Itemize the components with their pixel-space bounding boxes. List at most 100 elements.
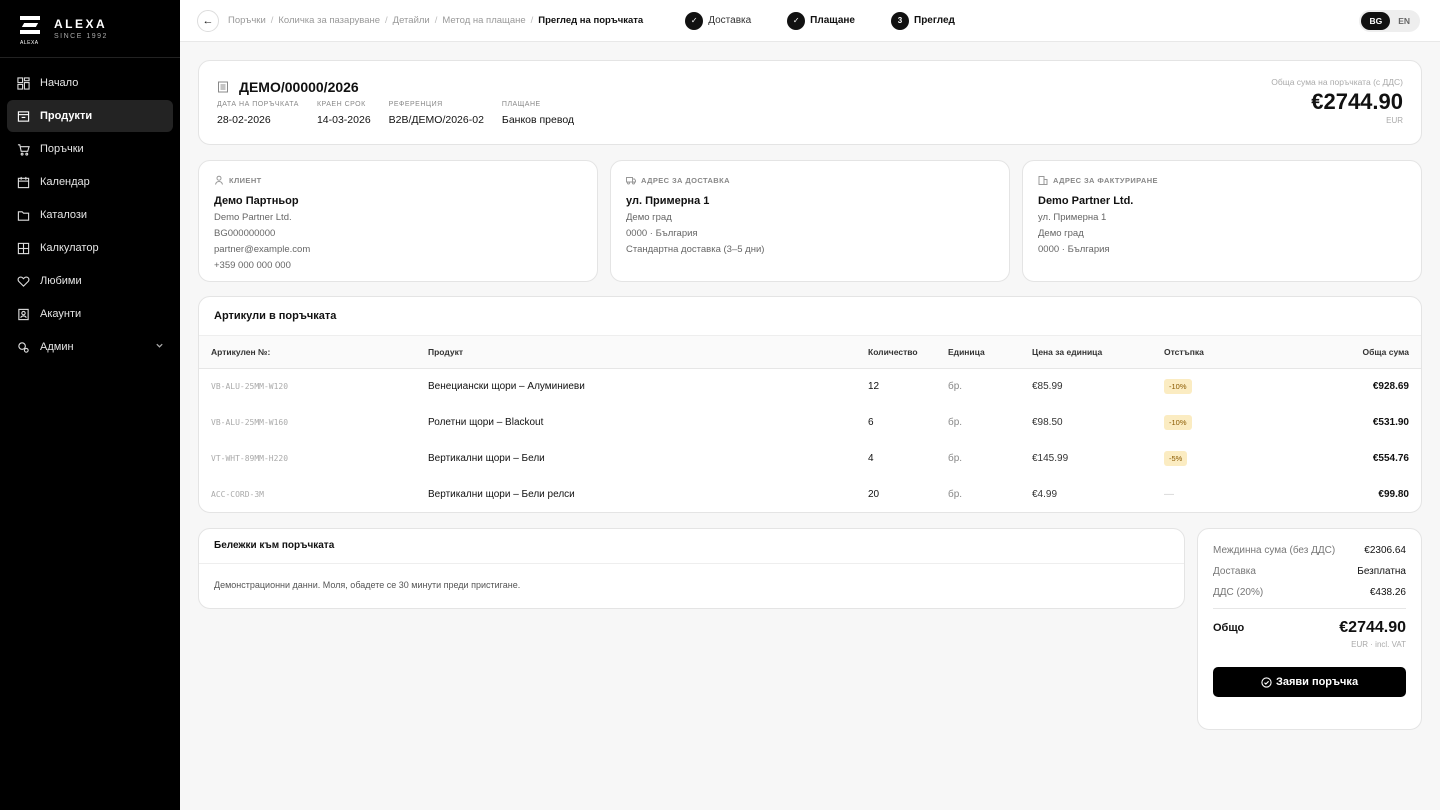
sidebar-item-admin[interactable]: Админ — [7, 331, 173, 363]
sidebar-item-label: Продукти — [40, 110, 93, 122]
grand-total-label: Общо — [1213, 622, 1245, 634]
step-payment[interactable]: ✓ Плащане — [787, 11, 855, 30]
truck-icon — [626, 177, 636, 185]
order-meta: Дата на поръчката 28-02-2026 Краен срок 14… — [217, 101, 592, 126]
user-icon — [215, 175, 223, 185]
sidebar-item-home[interactable]: Начало — [7, 67, 173, 99]
sidebar-item-orders[interactable]: Поръчки — [7, 133, 173, 165]
item-qty: 12 — [868, 381, 880, 393]
chevron-down-icon — [155, 341, 164, 353]
shipping-method: Стандартна доставка (3–5 дни) — [626, 244, 765, 255]
lang-en-button[interactable]: EN — [1390, 12, 1418, 30]
heart-icon — [16, 274, 30, 288]
sidebar-item-favorites[interactable]: Любими — [7, 265, 173, 297]
item-product: Вертикални щори – Бели — [428, 453, 545, 464]
sidebar-item-calculator[interactable]: Калкулатор — [7, 232, 173, 264]
item-product: Венециански щори – Алуминиеви — [428, 381, 585, 393]
sidebar-item-label: Начало — [40, 77, 79, 89]
items-title: Артикули в поръчката — [214, 310, 337, 322]
client-email: partner@example.com — [214, 244, 311, 255]
breadcrumb-cart[interactable]: Количка за пазаруване — [278, 15, 380, 26]
item-sku: VB-ALU-25MM-W160 — [211, 418, 289, 427]
order-header-card: ДЕМО/00000/2026 Дата на поръчката 28-02-2… — [198, 60, 1422, 145]
sidebar-item-catalogs[interactable]: Каталози — [7, 199, 173, 231]
sidebar-item-accounts[interactable]: Акаунти — [7, 298, 173, 330]
check-icon: ✓ — [787, 11, 806, 30]
client-phone: +359 000 000 000 — [214, 260, 291, 271]
item-price: €98.50 — [1032, 417, 1063, 428]
shipping-card: Адрес за доставка ул. Примерна 1 Демо гр… — [610, 160, 1010, 282]
order-payment: Банков превод — [501, 114, 575, 126]
sidebar-item-products[interactable]: Продукти — [7, 100, 173, 132]
meta-label: Краен срок — [316, 101, 366, 108]
sidebar-item-label: Акаунти — [40, 308, 82, 320]
sidebar-item-label: Календар — [40, 176, 90, 188]
items-table: Артикулен №: Продукт Количество Единица … — [199, 335, 1421, 513]
sidebar-item-label: Любими — [40, 275, 82, 287]
column-header: Продукт — [428, 347, 464, 357]
breadcrumb: Поръчки / Количка за пазаруване / Детайл… — [228, 15, 644, 26]
item-qty: 20 — [868, 489, 880, 500]
item-total: €928.69 — [1372, 381, 1409, 393]
order-number: ДЕМО/00000/2026 — [239, 79, 359, 95]
order-notes-card: Бележки към поръчката Демонстрационни да… — [198, 528, 1185, 609]
breadcrumb-payment[interactable]: Метод на плащане — [442, 15, 525, 26]
order-total-amount: €2744.90 — [1311, 89, 1403, 114]
breadcrumb-details[interactable]: Детайли — [393, 15, 430, 26]
item-unit: бр. — [948, 417, 963, 428]
order-date: 28-02-2026 — [217, 114, 271, 126]
cart-icon — [16, 142, 30, 156]
grand-total-note: EUR · incl. VAT — [1351, 640, 1406, 649]
item-sku: ACC-CORD-3M — [211, 490, 264, 499]
item-product: Ролетни щори – Blackout — [428, 417, 544, 428]
billing-street: ул. Примерна 1 — [1038, 212, 1107, 223]
notes-text: Демонстрационни данни. Моля, обадете се … — [214, 580, 521, 590]
sidebar-item-label: Калкулатор — [40, 242, 99, 254]
order-deadline: 14-03-2026 — [316, 114, 371, 126]
brand-logo-icon: ALEXA — [20, 15, 42, 46]
shipping-street: ул. Примерна 1 — [626, 195, 710, 207]
sidebar-item-calendar[interactable]: Календар — [7, 166, 173, 198]
table-header-row: Артикулен №: Продукт Количество Единица … — [199, 335, 1421, 369]
sidebar-item-label: Админ — [40, 341, 74, 353]
discount-badge: -10% — [1164, 379, 1192, 395]
step-review[interactable]: 3 Преглед — [891, 11, 955, 30]
check-circle-icon — [1261, 676, 1272, 688]
table-row: ACC-CORD-3M Вертикални щори – Бели релси… — [199, 477, 1421, 513]
topbar: ← Поръчки / Количка за пазаруване / Дета… — [180, 0, 1440, 42]
submit-order-button[interactable]: Заяви поръчка — [1213, 667, 1406, 697]
breadcrumb-orders[interactable]: Поръчки — [228, 15, 266, 26]
checkout-steps: ✓ Доставка ✓ Плащане 3 Преглед — [685, 11, 991, 30]
item-unit: бр. — [948, 453, 963, 464]
discount-badge: -10% — [1164, 415, 1192, 430]
subtotal-value: €2306.64 — [1364, 545, 1406, 556]
item-product: Вертикални щори – Бели релси — [428, 489, 575, 500]
column-header: Обща сума — [1362, 347, 1409, 357]
meta-label: Референция — [388, 101, 443, 108]
shipping-city: Демо град — [626, 212, 672, 223]
building-icon — [1038, 176, 1048, 185]
meta-label: Дата на поръчката — [217, 101, 299, 108]
lang-bg-button[interactable]: BG — [1361, 12, 1391, 30]
item-total: €99.80 — [1378, 489, 1409, 500]
order-items-card: Артикули в поръчката Артикулен №: Продук… — [198, 296, 1422, 513]
check-icon: ✓ — [685, 11, 704, 30]
item-price: €85.99 — [1032, 381, 1063, 393]
item-sku: VB-ALU-25MM-W120 — [211, 382, 289, 392]
item-price: €4.99 — [1032, 489, 1058, 500]
step-shipping[interactable]: ✓ Доставка — [685, 11, 751, 30]
discount-none: — — [1164, 489, 1174, 500]
breadcrumb-review: Преглед на поръчката — [538, 15, 644, 26]
sidebar-nav: Начало Продукти Поръчки Календар Каталоз… — [0, 58, 180, 363]
item-qty: 4 — [868, 453, 874, 464]
brand[interactable]: ALEXA ALEXA SINCE 1992 — [0, 0, 180, 58]
language-switch: BG EN — [1359, 10, 1420, 32]
client-vat: BG000000000 — [214, 228, 276, 239]
back-button[interactable]: ← — [197, 9, 219, 32]
column-header: Отстъпка — [1164, 347, 1204, 357]
client-name: Демо Партньор — [214, 195, 299, 207]
subtotal-label: Междинна сума (без ДДС) — [1213, 545, 1336, 556]
billing-city: Демо град — [1038, 228, 1084, 239]
billing-name: Demo Partner Ltd. — [1038, 195, 1134, 207]
order-summary-card: Междинна сума (без ДДС) €2306.64 Доставка… — [1197, 528, 1422, 730]
